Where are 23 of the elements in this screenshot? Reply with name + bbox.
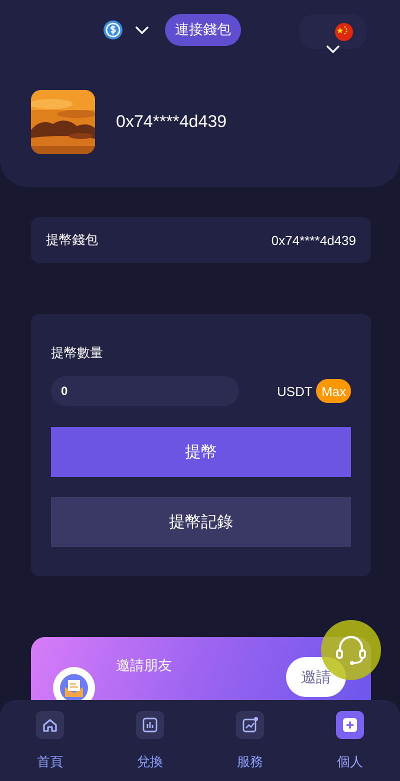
amount-label: 提幣數量 xyxy=(51,344,104,362)
language-selector[interactable] xyxy=(299,14,367,49)
flag-icon xyxy=(335,22,353,40)
nav-tab[interactable]: 服務 xyxy=(200,700,300,781)
chevron-down-icon[interactable] xyxy=(326,45,340,53)
home-icon xyxy=(36,711,64,739)
plus-icon xyxy=(336,711,364,739)
wallet-label: 提幣錢包 xyxy=(46,231,98,249)
withdraw-button[interactable]: 提幣 xyxy=(51,427,351,477)
chevron-down-icon[interactable] xyxy=(135,26,149,34)
amount-field[interactable]: 0 xyxy=(51,376,239,406)
nav-tab[interactable]: 首頁 xyxy=(0,700,100,781)
withdraw-records-button[interactable]: 提幣記錄 xyxy=(51,497,351,547)
trend-chart-icon xyxy=(236,711,264,739)
nav-tab[interactable]: 兌換 xyxy=(100,700,200,781)
dollar-coin-icon[interactable] xyxy=(103,20,123,40)
bar-chart-icon xyxy=(136,711,164,739)
currency-label: USDT xyxy=(277,384,312,398)
connect-wallet-button[interactable]: 連接錢包 xyxy=(165,14,241,46)
invite-title: 邀請朋友 xyxy=(116,657,172,675)
wallet-address: 0x74****4d439 xyxy=(271,232,356,248)
nav-tab[interactable]: 個人 xyxy=(300,700,400,781)
wallet-address: 0x74****4d439 xyxy=(116,112,227,132)
